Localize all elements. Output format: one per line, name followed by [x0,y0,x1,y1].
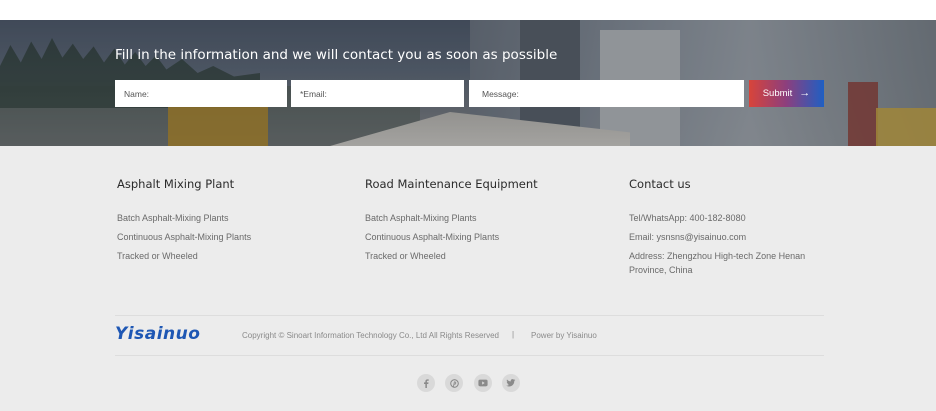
copyright-text: Copyright © Sinoart Information Technolo… [242,331,499,340]
arrow-right-icon: → [799,87,811,99]
footer-link[interactable]: Tracked or Wheeled [117,251,198,261]
facebook-icon[interactable] [417,374,435,392]
submit-label: Submit [762,88,793,99]
brand-logo-text: Yisainuo [115,324,201,344]
footer-link[interactable]: Batch Asphalt-Mixing Plants [365,213,477,223]
footer-link[interactable]: Batch Asphalt-Mixing Plants [117,213,229,223]
column-title-contact: Contact us [629,177,691,191]
name-input[interactable] [115,80,287,107]
footer-divider-bottom [115,355,824,356]
contact-address-line2: Province, China [629,265,693,275]
contact-address-line1: Address: Zhengzhou High-tech Zone Henan [629,251,806,261]
footer-divider-top [115,315,824,316]
email-input[interactable] [291,80,464,107]
brand-logo[interactable]: Yisainuo [115,323,200,345]
top-strip [0,0,936,20]
footer-link[interactable]: Continuous Asphalt-Mixing Plants [365,232,499,242]
footer-separator: | [512,330,515,339]
form-headline: Fill in the information and we will cont… [115,47,558,63]
twitter-icon[interactable] [502,374,520,392]
message-input[interactable] [469,80,744,107]
footer-link[interactable]: Continuous Asphalt-Mixing Plants [117,232,251,242]
contact-phone: Tel/WhatsApp: 400-182-8080 [629,213,746,223]
footer-link[interactable]: Tracked or Wheeled [365,251,446,261]
youtube-icon[interactable] [474,374,492,392]
column-title-road-maintenance: Road Maintenance Equipment [365,177,538,191]
power-by-text: Power by Yisainuo [531,331,597,340]
pinterest-icon[interactable] [445,374,463,392]
submit-button[interactable]: Submit → [749,80,824,107]
column-title-asphalt: Asphalt Mixing Plant [117,177,235,191]
contact-email: Email: ysnsns@yisainuo.com [629,232,747,242]
